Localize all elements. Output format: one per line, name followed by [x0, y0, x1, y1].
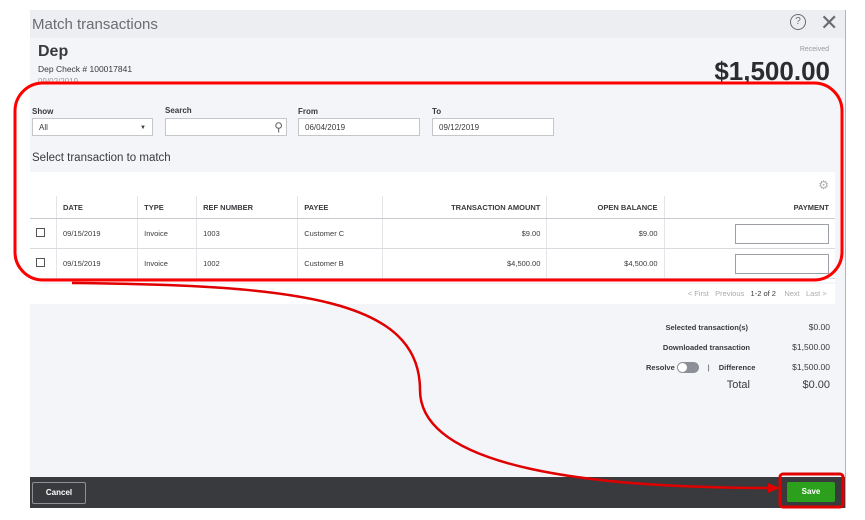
show-select[interactable]: All ▼	[32, 118, 153, 136]
cell-ref: 1002	[196, 248, 299, 279]
cell-ref: 1003	[196, 218, 299, 249]
transaction-name: Dep	[38, 43, 69, 60]
chevron-down-icon: ▼	[140, 125, 146, 131]
search-label: Search	[165, 106, 192, 115]
section-title: Select transaction to match	[32, 152, 171, 164]
help-icon[interactable]: ?	[790, 14, 806, 30]
selected-label: Selected transaction(s)	[665, 323, 748, 332]
last-link[interactable]: Last >	[806, 289, 827, 298]
downloaded-value: $1,500.00	[792, 342, 830, 352]
table-header: DATE TYPE REF NUMBER PAYEE TRANSACTION A…	[30, 196, 835, 219]
col-type[interactable]: TYPE	[137, 196, 198, 219]
first-link[interactable]: < First	[688, 289, 709, 298]
col-payee[interactable]: PAYEE	[297, 196, 384, 219]
to-date-input[interactable]: 09/12/2019	[432, 118, 554, 136]
previous-link[interactable]: Previous	[715, 289, 744, 298]
difference-value: $1,500.00	[792, 362, 830, 372]
cell-balance: $4,500.00	[546, 248, 665, 279]
gear-icon[interactable]: ⚙	[818, 178, 829, 192]
show-label: Show	[32, 107, 54, 116]
resolve-label: Resolve	[646, 363, 675, 372]
check-number: Dep Check # 100017841	[38, 64, 133, 74]
resolve-toggle[interactable]	[676, 362, 699, 373]
table-row: 09/15/2019 Invoice 1002 Customer B $4,50…	[30, 248, 835, 279]
cell-date: 09/15/2019	[56, 218, 139, 249]
total-label: Total	[726, 379, 750, 391]
received-label: Received	[799, 46, 829, 53]
pagination: < First Previous 1-2 of 2 Next Last >	[30, 284, 835, 304]
cell-payee: Customer B	[297, 248, 384, 279]
payment-input[interactable]	[735, 223, 829, 244]
received-amount: $1,500.00	[714, 56, 830, 86]
cell-payee: Customer C	[297, 218, 384, 249]
cell-amount: $4,500.00	[382, 248, 548, 279]
col-balance[interactable]: OPEN BALANCE	[546, 196, 665, 219]
row-checkbox[interactable]	[36, 228, 45, 237]
separator: |	[707, 363, 710, 372]
transaction-date: 09/02/2019	[38, 77, 79, 83]
cell-type: Invoice	[137, 218, 198, 249]
col-amount[interactable]: TRANSACTION AMOUNT	[382, 196, 548, 219]
transactions-table: ⚙ DATE TYPE REF NUMBER PAYEE TRANSACTION…	[30, 172, 835, 282]
cell-amount: $9.00	[382, 218, 548, 249]
from-date-input[interactable]: 06/04/2019	[298, 118, 420, 136]
cell-type: Invoice	[137, 248, 198, 279]
close-icon[interactable]: ✕	[820, 10, 838, 36]
dialog-title: Match transactions	[32, 15, 158, 33]
to-label: To	[432, 107, 442, 116]
save-button[interactable]: Save	[787, 482, 835, 502]
search-icon[interactable]: ⚲	[274, 118, 283, 136]
table-row: 09/15/2019 Invoice 1003 Customer C $9.00…	[30, 218, 835, 249]
page-range: 1-2 of 2	[750, 289, 776, 298]
col-date[interactable]: DATE	[56, 196, 139, 219]
payment-input[interactable]	[735, 253, 829, 274]
transaction-header: Dep Dep Check # 100017841 09/02/2019 Rec…	[30, 38, 845, 90]
row-checkbox[interactable]	[36, 258, 45, 267]
col-ref[interactable]: REF NUMBER	[196, 196, 299, 219]
title-bar: Match transactions ? ✕	[30, 10, 845, 38]
search-input[interactable]: ⚲	[165, 118, 287, 136]
show-value: All	[39, 123, 48, 132]
downloaded-label: Downloaded transaction	[662, 343, 750, 352]
match-transactions-dialog: Match transactions ? ✕ Dep Dep Check # 1…	[30, 10, 846, 508]
selected-value: $0.00	[808, 322, 830, 332]
total-value: $0.00	[802, 379, 830, 391]
from-label: From	[298, 107, 318, 116]
footer: Cancel Save	[30, 477, 845, 508]
next-link[interactable]: Next	[784, 289, 799, 298]
col-payment: PAYMENT	[664, 196, 835, 219]
cell-balance: $9.00	[546, 218, 665, 249]
cancel-button[interactable]: Cancel	[32, 482, 86, 504]
cell-date: 09/15/2019	[56, 248, 139, 279]
